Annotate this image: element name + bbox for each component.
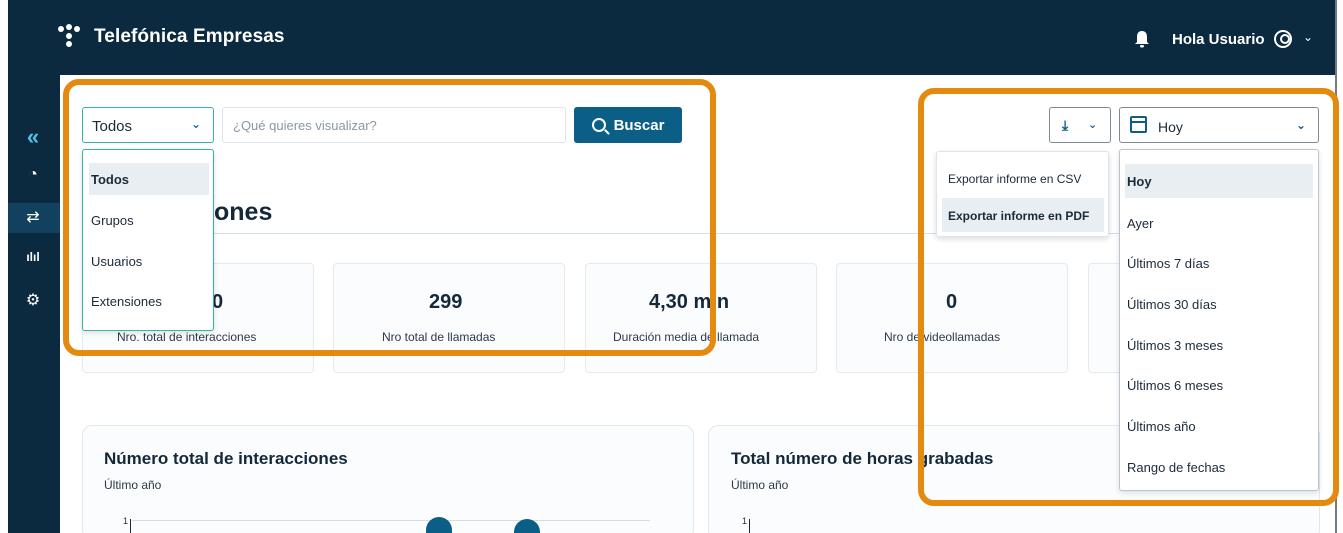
chart-title: Total número de horas grabadas [731, 449, 994, 468]
stat-value: 4,30 min [649, 291, 730, 313]
calendar-icon [1130, 116, 1147, 133]
date-range-selected: Hoy [1158, 119, 1183, 135]
search-icon [591, 118, 606, 132]
stat-value: 299 [429, 291, 463, 313]
brand-logo[interactable]: Telefónica Empresas [58, 24, 285, 50]
stat-card-duration [585, 263, 817, 373]
user-circle-icon[interactable] [1274, 30, 1292, 48]
stat-value: 0 [946, 291, 958, 313]
chart-title: Número total de interacciones [104, 449, 348, 468]
chart-subtitle: Último año [104, 478, 162, 492]
right-margin [1335, 0, 1343, 533]
export-csv-option[interactable]: Exportar informe en CSV [942, 161, 1104, 195]
date-option[interactable]: Ayer [1125, 206, 1313, 240]
filter-selected-value: Todos [92, 118, 133, 135]
stat-label: Duración media de llamada [613, 330, 760, 344]
dropdown-option[interactable]: Todos [89, 163, 209, 195]
y-axis [130, 519, 131, 533]
date-option[interactable]: Rango de fechas [1125, 450, 1313, 484]
bell-icon[interactable] [1134, 30, 1150, 48]
search-button-label: Buscar [613, 116, 665, 134]
stat-label: Nro total de llamadas [382, 330, 496, 344]
y-axis [749, 519, 750, 533]
download-icon: ⤓ [1062, 117, 1069, 133]
search-input[interactable] [222, 107, 566, 143]
brand-name: Telefónica Empresas [94, 26, 285, 47]
chevron-down-icon: ⌄ [1295, 118, 1306, 132]
user-greeting[interactable]: Hola Usuario [1172, 31, 1265, 48]
stat-label: Nro de videollamadas [884, 330, 1001, 344]
date-option[interactable]: Últimos año [1125, 409, 1313, 443]
transfer-arrows-icon[interactable]: ⇄ [22, 207, 44, 227]
y-axis-tick: 1 [742, 516, 748, 526]
pie-chart-icon[interactable]: ◔ [22, 166, 44, 184]
chevron-down-icon: ⌄ [190, 117, 201, 131]
settings-icon[interactable]: ⚙ [22, 290, 44, 310]
date-option[interactable]: Últimos 30 días [1125, 287, 1313, 321]
audio-wave-icon[interactable]: ılıl [22, 250, 44, 264]
date-option[interactable]: Últimos 6 meses [1125, 368, 1313, 402]
page-title: ones [214, 198, 273, 226]
dropdown-option[interactable]: Grupos [89, 204, 209, 236]
y-axis-tick: 1 [123, 516, 129, 526]
chart-card-interactions [82, 425, 694, 533]
dropdown-option[interactable]: Usuarios [89, 245, 209, 277]
export-pdf-option[interactable]: Exportar informe en PDF [942, 198, 1104, 232]
export-menu: Exportar informe en CSV Exportar informe… [936, 151, 1109, 237]
double-chevron-left-icon[interactable]: « [22, 124, 44, 150]
stat-card-videocalls [836, 263, 1068, 373]
search-button[interactable]: Buscar [574, 107, 682, 143]
date-option[interactable]: Hoy [1125, 164, 1313, 198]
left-margin [0, 0, 8, 533]
chevron-down-icon: ⌄ [1088, 119, 1098, 131]
export-button[interactable]: ⤓ ⌄ [1049, 107, 1111, 143]
chevron-down-icon[interactable]: ⌄ [1303, 30, 1313, 44]
date-option[interactable]: Últimos 7 días [1125, 246, 1313, 280]
date-range-select[interactable]: Hoy ⌄ [1119, 107, 1319, 143]
date-range-dropdown: Hoy Ayer Últimos 7 días Últimos 30 días … [1119, 149, 1319, 491]
filter-select[interactable]: Todos ⌄ [82, 107, 214, 143]
telefonica-logo-icon [58, 24, 84, 50]
dropdown-option[interactable]: Extensiones [89, 285, 209, 317]
filter-dropdown-menu: Todos Grupos Usuarios Extensiones [82, 149, 214, 331]
stat-label: Nro. total de interacciones [117, 330, 257, 344]
stat-card-calls [333, 263, 565, 373]
date-option[interactable]: Últimos 3 meses [1125, 328, 1313, 362]
grid-line [132, 520, 650, 521]
chart-subtitle: Último año [731, 478, 789, 492]
